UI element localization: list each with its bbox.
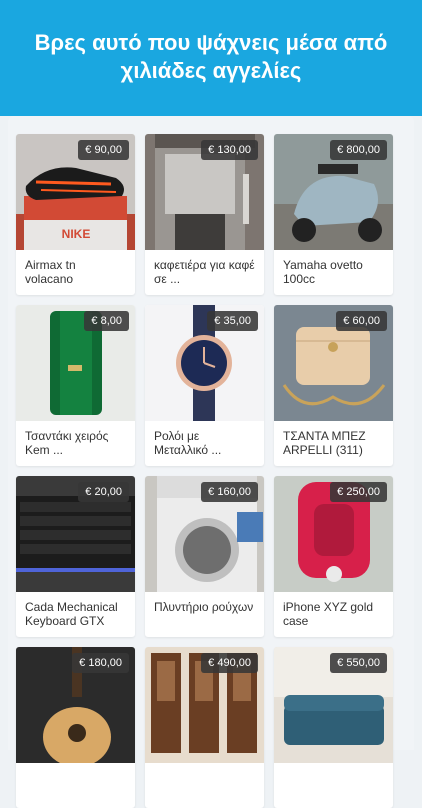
listing-photo-sofa: € 550,00	[274, 647, 393, 763]
listing-title: iPhone XYZ gold case	[283, 600, 374, 628]
listing-card[interactable]: € 8,00 Τσαντάκι χειρός Kem ...	[16, 305, 135, 466]
listing-card[interactable]: € 160,00 Πλυντήριο ρούχων	[145, 476, 264, 637]
listing-title: Πλυντήριο ρούχων	[154, 600, 254, 614]
listing-card[interactable]: € 250,00 iPhone XYZ gold case	[274, 476, 393, 637]
listing-title: Yamaha ovetto 100cc	[283, 258, 363, 286]
listing-photo-keyboard: € 20,00	[16, 476, 135, 592]
price-badge: € 550,00	[330, 653, 387, 673]
price-badge: € 60,00	[336, 311, 387, 331]
listings-grid: NIKE € 90,00 Airmax tn volacano € 130,00…	[16, 134, 393, 808]
listing-photo-guitar: € 180,00	[16, 647, 135, 763]
listing-card[interactable]: NIKE € 90,00 Airmax tn volacano	[16, 134, 135, 295]
price-badge: € 490,00	[201, 653, 258, 673]
listing-title: καφετιέρα για καφέ σε ...	[154, 258, 255, 286]
listing-card[interactable]: € 60,00 ΤΣΑΝΤΑ ΜΠΕΖ ARPELLI (311)	[274, 305, 393, 466]
listing-card[interactable]: € 20,00 Cada Mechanical Keyboard GTX 890	[16, 476, 135, 637]
listing-title: Cada Mechanical Keyboard GTX 890	[25, 600, 118, 630]
listing-title: Ρολόι με Μεταλλικό ...	[154, 429, 222, 457]
price-badge: € 35,00	[207, 311, 258, 331]
price-badge: € 800,00	[330, 140, 387, 160]
listing-photo-watch: € 35,00	[145, 305, 264, 421]
header-banner: Βρες αυτό που ψάχνεις μέσα από χιλιάδες …	[0, 0, 422, 116]
listing-photo-car-seat: € 250,00	[274, 476, 393, 592]
listing-title	[16, 763, 135, 801]
listing-photo-coffee-machine: € 130,00	[145, 134, 264, 250]
listing-title: Τσαντάκι χειρός Kem ...	[25, 429, 109, 457]
price-badge: € 160,00	[201, 482, 258, 502]
listing-photo-washing-machine: € 160,00	[145, 476, 264, 592]
listing-photo-sneakers: NIKE € 90,00	[16, 134, 135, 250]
price-badge: € 130,00	[201, 140, 258, 160]
listing-card[interactable]: € 550,00	[274, 647, 393, 808]
price-badge: € 180,00	[72, 653, 129, 673]
price-badge: € 90,00	[78, 140, 129, 160]
svg-text:NIKE: NIKE	[62, 227, 91, 241]
listing-photo-green-pouch: € 8,00	[16, 305, 135, 421]
listing-title	[145, 763, 264, 801]
listing-photo-beige-bag: € 60,00	[274, 305, 393, 421]
listing-card[interactable]: € 800,00 Yamaha ovetto 100cc	[274, 134, 393, 295]
listing-card[interactable]: € 35,00 Ρολόι με Μεταλλικό ...	[145, 305, 264, 466]
listing-title	[274, 763, 393, 801]
price-badge: € 8,00	[84, 311, 129, 331]
listing-card[interactable]: € 130,00 καφετιέρα για καφέ σε ...	[145, 134, 264, 295]
price-badge: € 250,00	[330, 482, 387, 502]
listing-card[interactable]: € 180,00	[16, 647, 135, 808]
header-title: Βρες αυτό που ψάχνεις μέσα από χιλιάδες …	[34, 30, 388, 83]
listing-photo-chairs: € 490,00	[145, 647, 264, 763]
listing-photo-scooter: € 800,00	[274, 134, 393, 250]
price-badge: € 20,00	[78, 482, 129, 502]
listing-title: Airmax tn volacano	[25, 258, 76, 286]
listing-card[interactable]: € 490,00	[145, 647, 264, 808]
listing-title: ΤΣΑΝΤΑ ΜΠΕΖ ARPELLI (311)	[283, 429, 366, 457]
